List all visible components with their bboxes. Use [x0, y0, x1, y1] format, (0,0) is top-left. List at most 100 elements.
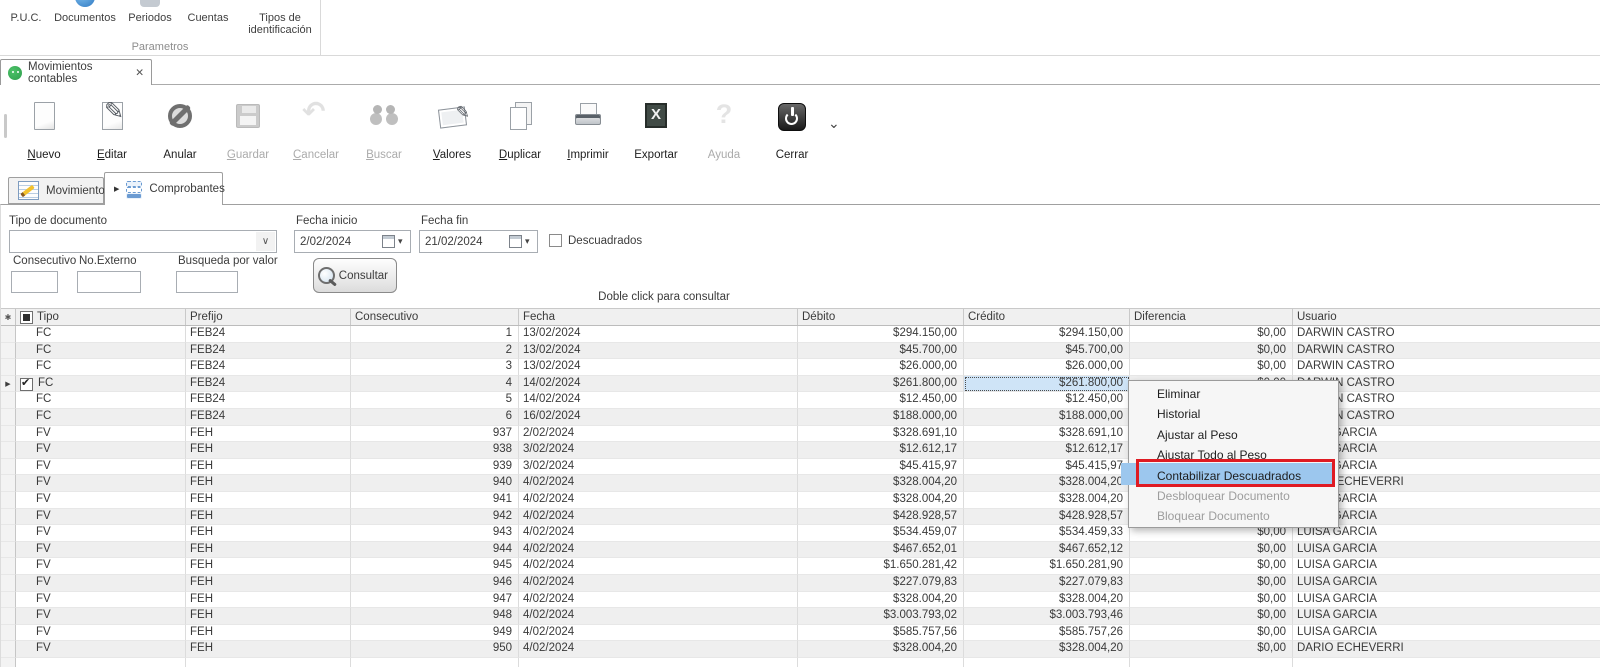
toolbar-button-anular[interactable]: Anular	[146, 87, 214, 165]
cell-usuario[interactable]: LUISA GARCIA	[1293, 592, 1600, 609]
cell-prefijo[interactable]: FEB24	[186, 359, 351, 376]
cell-consecutivo[interactable]: 949	[351, 625, 519, 642]
cell-debito[interactable]: $45.415,97	[798, 459, 964, 476]
cell-debito[interactable]: $585.757,56	[798, 625, 964, 642]
cell-usuario[interactable]: LUISA GARCIA	[1293, 625, 1600, 642]
row-selector[interactable]	[1, 575, 16, 592]
cell-debito[interactable]: $1.650.281,42	[798, 558, 964, 575]
cell-consecutivo[interactable]: 950	[351, 641, 519, 658]
row-selector[interactable]	[1, 326, 16, 343]
row-selector[interactable]	[1, 409, 16, 426]
cell-credito[interactable]: $328.004,20	[964, 492, 1130, 509]
context-menu-item-contabilizar-descuadrados[interactable]: Contabilizar Descuadrados	[1129, 466, 1338, 486]
cell-usuario[interactable]: DARWIN CASTRO	[1293, 359, 1600, 376]
cell-fecha[interactable]: 3/02/2024	[519, 442, 798, 459]
cell-diferencia[interactable]: $0,00	[1130, 608, 1293, 625]
cell-tipo[interactable]: FC	[16, 359, 186, 376]
cell-usuario[interactable]: LUISA GARCIA	[1293, 459, 1600, 476]
cell-debito[interactable]: $534.459,07	[798, 525, 964, 542]
cell-debito[interactable]: $428.928,57	[798, 509, 964, 526]
cell-prefijo[interactable]: FEH	[186, 558, 351, 575]
cell-debito[interactable]: $45.700,00	[798, 343, 964, 360]
cell-fecha[interactable]: 4/02/2024	[519, 525, 798, 542]
cell-credito[interactable]: $294.150,00	[964, 326, 1130, 343]
cell-tipo[interactable]: FV	[16, 641, 186, 658]
busqueda-por-valor-input[interactable]	[176, 271, 238, 293]
cell-tipo[interactable]: FV	[16, 475, 186, 492]
cell-diferencia[interactable]: $0,00	[1130, 592, 1293, 609]
column-header-usuario[interactable]: Usuario	[1293, 309, 1600, 325]
cell-fecha[interactable]: 4/02/2024	[519, 641, 798, 658]
cell-tipo[interactable]: FV	[16, 558, 186, 575]
row-selector[interactable]	[1, 525, 16, 542]
toolbar-button-exportar[interactable]: Exportar	[622, 87, 690, 165]
cell-prefijo[interactable]: FEH	[186, 625, 351, 642]
cell-usuario[interactable]: LUISA GARCIA	[1293, 492, 1600, 509]
cell-prefijo[interactable]: FEH	[186, 509, 351, 526]
cell-credito[interactable]: $328.004,20	[964, 641, 1130, 658]
cell-credito[interactable]: $534.459,33	[964, 525, 1130, 542]
fecha-inicio-input[interactable]: 2/02/2024	[294, 230, 411, 253]
cell-prefijo[interactable]: FEH	[186, 575, 351, 592]
toolbar-button-nuevo[interactable]: Nuevo	[10, 87, 78, 165]
cell-debito[interactable]: $328.691,10	[798, 426, 964, 443]
select-all-checkbox[interactable]	[20, 311, 33, 324]
cell-credito[interactable]: $12.450,00	[964, 392, 1130, 409]
cell-prefijo[interactable]: FEB24	[186, 409, 351, 426]
cell-debito[interactable]: $294.150,00	[798, 326, 964, 343]
cell-prefijo[interactable]: FEH	[186, 641, 351, 658]
cell-prefijo[interactable]: FEH	[186, 492, 351, 509]
cell-usuario[interactable]: DARIO ECHEVERRI	[1293, 475, 1600, 492]
cell-consecutivo[interactable]: 948	[351, 608, 519, 625]
cell-consecutivo[interactable]: 944	[351, 542, 519, 559]
cell-fecha[interactable]: 4/02/2024	[519, 542, 798, 559]
subtab-comprobantes[interactable]: ▶ Comprobantes	[104, 172, 223, 205]
toolbar-button-editar[interactable]: Editar	[78, 87, 146, 165]
row-selector[interactable]	[1, 442, 16, 459]
combobox-chevron-icon[interactable]	[256, 232, 275, 251]
cell-diferencia[interactable]: $0,00	[1130, 575, 1293, 592]
cell-consecutivo[interactable]: 947	[351, 592, 519, 609]
row-selector[interactable]	[1, 392, 16, 409]
cell-tipo[interactable]: FV	[16, 608, 186, 625]
cell-credito[interactable]: $45.415,97	[964, 459, 1130, 476]
cell-usuario[interactable]: DARWIN CASTRO	[1293, 409, 1600, 426]
cell-fecha[interactable]: 4/02/2024	[519, 608, 798, 625]
column-header-diferencia[interactable]: Diferencia	[1130, 309, 1293, 325]
cell-prefijo[interactable]: FEH	[186, 592, 351, 609]
cell-consecutivo[interactable]: 4	[351, 376, 519, 393]
cell-usuario[interactable]: LUISA GARCIA	[1293, 542, 1600, 559]
cell-credito[interactable]: $1.650.281,90	[964, 558, 1130, 575]
cell-debito[interactable]: $12.612,17	[798, 442, 964, 459]
cell-usuario[interactable]: LUISA GARCIA	[1293, 509, 1600, 526]
cell-usuario[interactable]: DARIO ECHEVERRI	[1293, 641, 1600, 658]
cell-tipo[interactable]: FV	[16, 592, 186, 609]
consultar-button[interactable]: Consultar	[313, 258, 397, 293]
cell-fecha[interactable]: 14/02/2024	[519, 376, 798, 393]
toolbar-grip[interactable]	[4, 114, 7, 138]
cell-prefijo[interactable]: FEH	[186, 525, 351, 542]
tipo-documento-combobox[interactable]	[9, 230, 277, 253]
cell-tipo[interactable]: FV	[16, 575, 186, 592]
cell-tipo[interactable]: FC	[16, 343, 186, 360]
cell-tipo[interactable]: FV	[16, 492, 186, 509]
cell-debito[interactable]: $12.450,00	[798, 392, 964, 409]
cell-debito[interactable]: $328.004,20	[798, 592, 964, 609]
cell-credito[interactable]: $45.700,00	[964, 343, 1130, 360]
cell-fecha[interactable]: 16/02/2024	[519, 409, 798, 426]
cell-credito[interactable]: $3.003.793,46	[964, 608, 1130, 625]
cell-diferencia[interactable]: $0,00	[1130, 558, 1293, 575]
cell-prefijo[interactable]: FEH	[186, 442, 351, 459]
row-selector[interactable]: ▶	[1, 376, 16, 393]
cell-usuario[interactable]: LUISA GARCIA	[1293, 608, 1600, 625]
row-selector[interactable]	[1, 509, 16, 526]
cell-fecha[interactable]: 4/02/2024	[519, 625, 798, 642]
cell-tipo[interactable]: FV	[16, 525, 186, 542]
row-selector[interactable]	[1, 343, 16, 360]
cell-usuario[interactable]: LUISA GARCIA	[1293, 558, 1600, 575]
consecutivo-input[interactable]	[11, 271, 58, 293]
tab-movimientos-contables[interactable]: Movimientos contables ✕	[0, 59, 152, 85]
column-header-fecha[interactable]: Fecha	[519, 309, 798, 325]
cell-fecha[interactable]: 4/02/2024	[519, 592, 798, 609]
no-externo-input[interactable]	[77, 271, 141, 293]
